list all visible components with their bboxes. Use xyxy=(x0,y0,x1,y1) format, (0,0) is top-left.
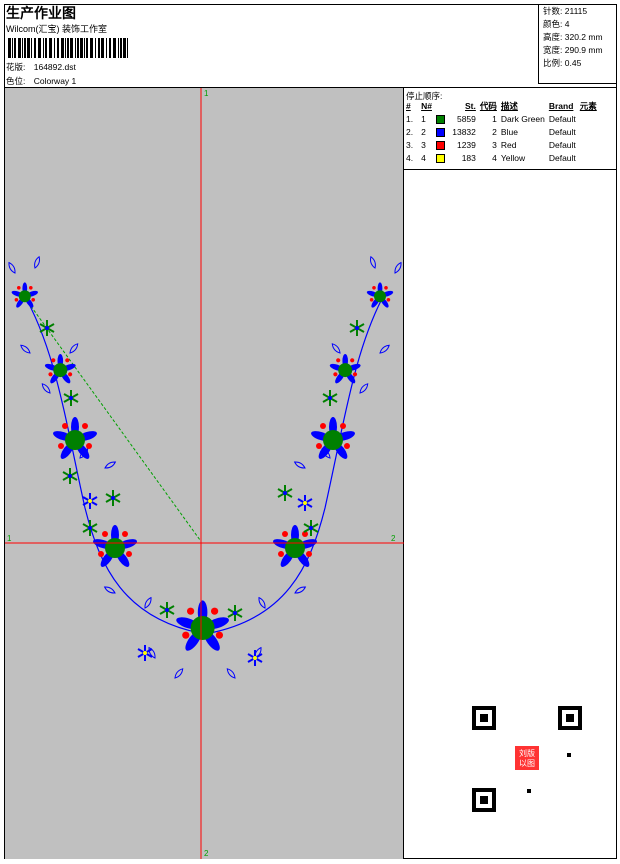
table-row[interactable]: 2. 2 13832 2 Blue Default xyxy=(404,126,599,139)
vine-left xyxy=(22,292,201,634)
page-title: 生产作业图 xyxy=(6,5,76,21)
stats-panel: 针数: 21115 颜色: 4 高度: 320.2 mm 宽度: 290.9 m… xyxy=(538,4,617,84)
col-header-swatch xyxy=(434,100,447,113)
col-header-n: N# xyxy=(421,101,432,111)
stat-height: 高度: 320.2 mm xyxy=(543,32,603,42)
axis-label-top: 1 xyxy=(204,89,209,98)
stat-colors: 颜色: 4 xyxy=(543,19,570,29)
col-header-stitches: St. xyxy=(465,101,476,111)
svg-text:刘版: 刘版 xyxy=(519,748,535,758)
header: 生产作业图 Wilcom(汇宝) 装饰工作室 xyxy=(6,5,536,35)
color-swatch xyxy=(435,115,445,125)
flowers-left xyxy=(10,282,139,569)
stat-scale: 比例: 0.45 xyxy=(543,58,582,68)
col-header-desc: 描述 xyxy=(500,101,518,111)
col-header-index: # xyxy=(406,101,411,111)
table-row[interactable]: 1. 1 5859 1 Dark Green Default xyxy=(404,113,599,126)
svg-text:以图: 以图 xyxy=(519,759,535,768)
pattern-label: 花版: xyxy=(6,62,26,72)
color-swatch xyxy=(435,128,445,138)
colorway-value: Colorway 1 xyxy=(33,76,77,86)
col-header-brand: Brand xyxy=(548,101,574,111)
qr-code: 刘版 以图 xyxy=(470,704,584,814)
flower-center xyxy=(174,600,231,654)
barcode xyxy=(8,38,128,58)
embroidery-preview: 1 2 1 2 xyxy=(5,88,404,859)
axis-label-left: 1 xyxy=(7,534,12,543)
qr-stamp-logo: 刘版 以图 xyxy=(513,744,541,772)
stat-width: 宽度: 290.9 mm xyxy=(543,45,603,55)
color-swatch xyxy=(435,154,445,164)
flowers-right xyxy=(271,282,394,569)
leaves-left xyxy=(6,255,185,680)
colorway-field: 色位: Colorway 1 xyxy=(6,76,76,86)
color-swatch xyxy=(435,141,445,151)
table-row[interactable]: 4. 4 183 4 Yellow Default xyxy=(404,152,599,165)
col-header-code: 代码 xyxy=(479,101,497,111)
axis-label-bottom: 2 xyxy=(204,849,209,858)
table-row[interactable]: 3. 3 1239 3 Red Default xyxy=(404,139,599,152)
pattern-value: 164892.dst xyxy=(33,62,76,72)
vine-right xyxy=(209,292,386,634)
color-sequence-panel: 停止顺序: # N# St. 代码 描述 Brand 元素 1. 1 5859 … xyxy=(404,88,617,170)
leaves-right xyxy=(225,255,404,680)
design-canvas[interactable]: 1 2 1 2 xyxy=(5,88,404,859)
axis-label-right: 2 xyxy=(391,534,396,543)
stat-stitches: 针数: 21115 xyxy=(543,6,588,16)
pattern-field: 花版: 164892.dst xyxy=(6,62,76,72)
colorway-label: 色位: xyxy=(6,76,26,86)
col-header-element: 元素 xyxy=(579,101,597,111)
company-name: Wilcom(汇宝) 装饰工作室 xyxy=(6,24,107,34)
color-table: # N# St. 代码 描述 Brand 元素 1. 1 5859 1 Dark… xyxy=(404,100,599,165)
